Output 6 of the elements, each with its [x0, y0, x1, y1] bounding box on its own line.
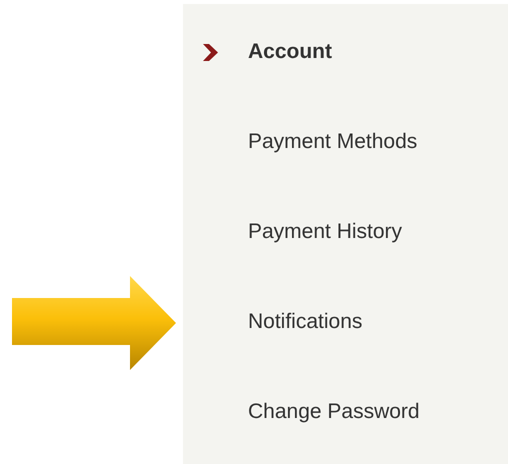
- menu-item[interactable]: Payment History: [248, 220, 402, 244]
- menu-item[interactable]: Account: [248, 40, 332, 64]
- menu-item[interactable]: Notifications: [248, 310, 362, 334]
- menu-item[interactable]: Change Password: [248, 400, 420, 424]
- arrow-icon: [12, 276, 176, 370]
- menu-item[interactable]: Payment Methods: [248, 130, 418, 154]
